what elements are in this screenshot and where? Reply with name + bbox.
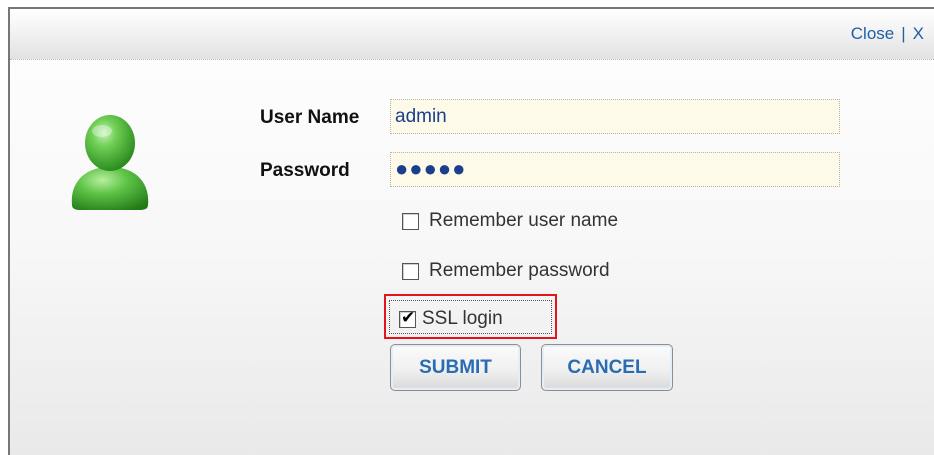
remember-username-option[interactable]: Remember user name <box>402 210 618 232</box>
close-link[interactable]: Close <box>851 24 894 43</box>
checkmark-icon: ✔ <box>401 307 416 328</box>
close-x-button[interactable]: X <box>913 24 924 43</box>
username-label: User Name <box>260 107 360 128</box>
remember-password-option[interactable]: Remember password <box>402 260 610 282</box>
submit-button[interactable]: SUBMIT <box>390 344 521 391</box>
username-value: admin <box>395 106 447 127</box>
remember-password-label: Remember password <box>429 260 610 281</box>
remember-password-checkbox[interactable] <box>402 262 419 280</box>
remember-username-checkbox[interactable] <box>402 212 419 230</box>
cancel-button[interactable]: CANCEL <box>541 344 673 391</box>
password-value: ●●●●● <box>395 156 467 181</box>
login-dialog: Close | X User Name admin Password ●●●●●… <box>8 7 934 455</box>
title-bar: Close | X <box>10 9 934 60</box>
ssl-login-option[interactable]: ✔ SSL login <box>399 308 503 330</box>
password-label: Password <box>260 160 350 181</box>
ssl-login-checkbox[interactable]: ✔ <box>399 307 416 328</box>
password-input[interactable]: ●●●●● <box>390 152 840 187</box>
ssl-login-label: SSL login <box>422 308 503 329</box>
username-input[interactable]: admin <box>390 99 840 134</box>
user-avatar-icon <box>66 111 154 211</box>
title-actions: Close | X <box>851 24 924 44</box>
separator: | <box>901 24 906 43</box>
remember-username-label: Remember user name <box>429 210 619 231</box>
